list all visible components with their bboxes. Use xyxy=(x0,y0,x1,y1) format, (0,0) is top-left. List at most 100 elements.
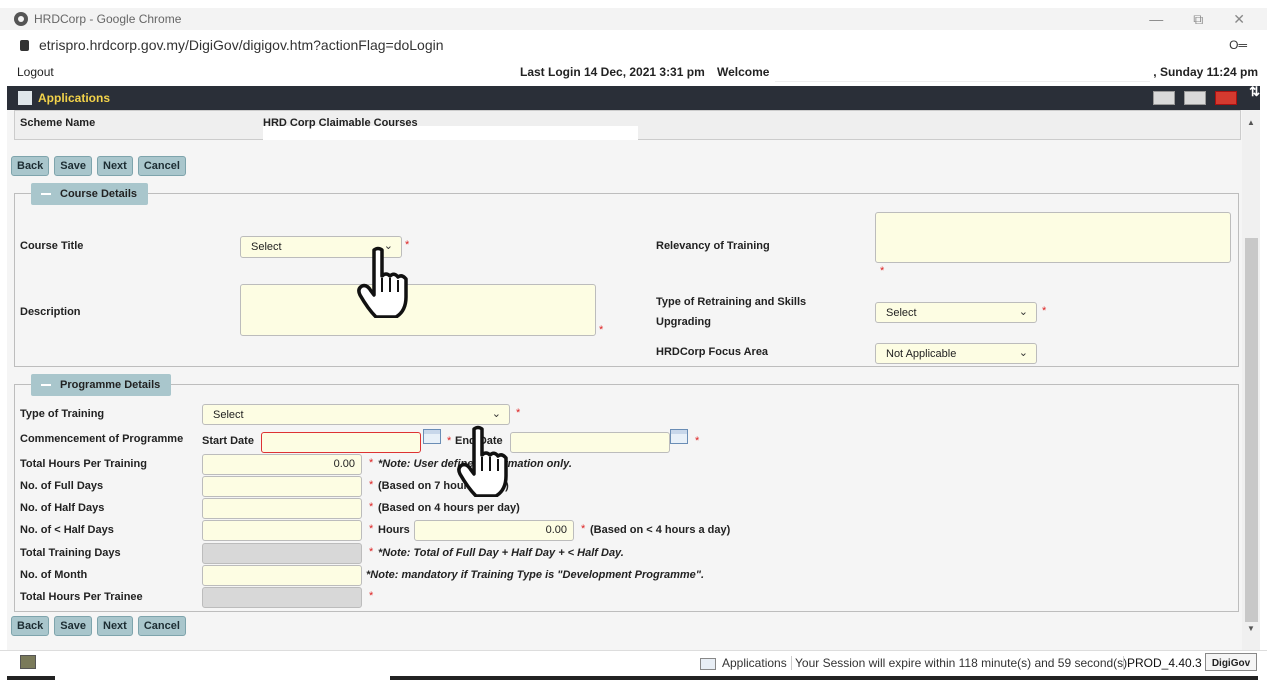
version-status: PROD_4.40.3 xyxy=(1123,656,1202,670)
applications-bar: Applications ⇅ xyxy=(7,84,1260,110)
logout-link[interactable]: Logout xyxy=(17,65,54,79)
months-input[interactable] xyxy=(202,565,362,586)
required-mark: * xyxy=(516,407,521,419)
course-details-title: Course Details xyxy=(60,188,138,200)
total-hours-input[interactable]: 0.00 xyxy=(202,454,362,475)
course-details-legend[interactable]: Course Details xyxy=(31,183,149,205)
retraining-value: Select xyxy=(886,306,917,319)
retraining-select[interactable]: Select ⌄ xyxy=(875,302,1037,323)
required-mark: * xyxy=(447,435,452,447)
applications-title: Applications xyxy=(38,91,111,105)
status-bar: Applications Your Session will expire wi… xyxy=(0,650,1267,674)
day-time-text: , Sunday 11:24 pm xyxy=(1153,65,1258,79)
start-date-label: Start Date xyxy=(202,435,254,447)
cancel-button[interactable]: Cancel xyxy=(137,156,186,176)
bottom-bar-left xyxy=(7,676,55,680)
commencement-label: Commencement of Programme xyxy=(20,433,184,445)
scroll-up-icon[interactable]: ▲ xyxy=(1247,118,1255,127)
hand-pointer-icon xyxy=(457,425,508,497)
sort-arrows-icon[interactable]: ⇅ xyxy=(1249,84,1260,100)
bottom-button-row: Back Save Next Cancel xyxy=(11,616,186,636)
description-textarea[interactable] xyxy=(240,284,596,336)
type-of-training-label: Type of Training xyxy=(20,408,105,420)
start-date-input[interactable] xyxy=(261,432,421,453)
digigov-logo: DigiGov xyxy=(1205,653,1257,671)
full-days-label: No. of Full Days xyxy=(20,480,104,492)
total-hours-label: Total Hours Per Training xyxy=(20,458,147,470)
total-days-label: Total Training Days xyxy=(20,547,121,559)
back-button[interactable]: Back xyxy=(11,156,50,176)
cancel-button[interactable]: Cancel xyxy=(137,616,186,636)
end-date-input[interactable] xyxy=(510,432,670,453)
scheme-label: Scheme Name xyxy=(20,117,96,129)
applications-status[interactable]: Applications xyxy=(722,656,787,670)
collapse-icon xyxy=(41,384,51,386)
required-mark: * xyxy=(880,265,885,277)
map-icon[interactable] xyxy=(20,655,36,669)
window-title: HRDCorp - Google Chrome xyxy=(34,12,182,26)
months-label: No. of Month xyxy=(20,569,88,581)
full-days-input[interactable] xyxy=(202,476,362,497)
applications-icon xyxy=(18,91,32,105)
chevron-down-icon: ⌄ xyxy=(491,408,501,420)
browser-title-bar: HRDCorp - Google Chrome — ⧉ ✕ xyxy=(0,8,1267,30)
total-days-note: *Note: Total of Full Day + Half Day + < … xyxy=(378,547,624,559)
scheme-row: Scheme Name HRD Corp Claimable Courses xyxy=(14,110,1241,140)
programme-details-legend[interactable]: Programme Details xyxy=(31,374,172,396)
type-of-training-value: Select xyxy=(213,408,244,421)
programme-details-title: Programme Details xyxy=(60,379,161,391)
required-mark: * xyxy=(695,435,700,447)
panel-maximize-button[interactable] xyxy=(1184,91,1206,105)
username-redacted xyxy=(775,60,1150,82)
minimize-button[interactable]: — xyxy=(1149,11,1163,28)
calendar-icon[interactable] xyxy=(670,429,688,444)
required-mark: * xyxy=(1042,305,1047,317)
next-button[interactable]: Next xyxy=(97,616,133,636)
focus-area-label: HRDCorp Focus Area xyxy=(656,346,769,358)
type-of-training-select[interactable]: Select ⌄ xyxy=(202,404,510,425)
retraining-label-line2: Upgrading xyxy=(656,316,711,328)
hours-note: (Based on < 4 hours a day) xyxy=(590,524,731,536)
half-days-input[interactable] xyxy=(202,498,362,519)
vertical-scrollbar[interactable]: ▲ ▼ xyxy=(1242,110,1260,650)
chrome-logo-icon xyxy=(14,12,28,26)
save-button[interactable]: Save xyxy=(54,616,92,636)
hand-pointer-icon xyxy=(357,246,408,318)
last-login-text: Last Login 14 Dec, 2021 3:31 pm xyxy=(520,65,705,79)
relevancy-label: Relevancy of Training xyxy=(656,240,770,252)
key-icon[interactable]: O═ xyxy=(1229,38,1247,52)
panel-close-button[interactable] xyxy=(1215,91,1237,105)
session-status: Your Session will expire within 118 minu… xyxy=(791,656,1131,670)
top-button-row: Back Save Next Cancel xyxy=(11,156,186,176)
total-days-input xyxy=(202,543,362,564)
restore-button[interactable]: ⧉ xyxy=(1193,11,1203,28)
collapse-icon xyxy=(41,193,51,195)
required-mark: * xyxy=(599,324,604,336)
description-label: Description xyxy=(20,306,81,318)
close-button[interactable]: ✕ xyxy=(1233,11,1245,28)
required-mark: * xyxy=(369,523,374,535)
panel-minimize-button[interactable] xyxy=(1153,91,1175,105)
half-days-label: No. of Half Days xyxy=(20,502,105,514)
bottom-strip xyxy=(0,674,1267,682)
save-button[interactable]: Save xyxy=(54,156,92,176)
top-info-bar: Logout Last Login 14 Dec, 2021 3:31 pm W… xyxy=(0,60,1267,82)
applications-tray-icon[interactable] xyxy=(700,658,716,670)
address-bar[interactable]: etrispro.hrdcorp.gov.my/DigiGov/digigov.… xyxy=(0,32,1267,58)
hours-label: Hours xyxy=(378,524,410,536)
chevron-down-icon: ⌄ xyxy=(1018,306,1028,318)
calendar-icon[interactable] xyxy=(423,429,441,444)
relevancy-textarea[interactable] xyxy=(875,212,1231,263)
half-days-note: (Based on 4 hours per day) xyxy=(378,502,520,514)
lt-half-days-label: No. of < Half Days xyxy=(20,524,114,536)
scroll-down-icon[interactable]: ▼ xyxy=(1247,624,1255,633)
focus-area-select[interactable]: Not Applicable ⌄ xyxy=(875,343,1037,364)
retraining-label-line1: Type of Retraining and Skills xyxy=(656,296,807,308)
lt-half-days-input[interactable] xyxy=(202,520,362,541)
next-button[interactable]: Next xyxy=(97,156,133,176)
months-note: *Note: mandatory if Training Type is "De… xyxy=(366,569,705,581)
hours-input[interactable]: 0.00 xyxy=(414,520,574,541)
back-button[interactable]: Back xyxy=(11,616,50,636)
url-text[interactable]: etrispro.hrdcorp.gov.my/DigiGov/digigov.… xyxy=(39,37,444,53)
scroll-thumb[interactable] xyxy=(1245,238,1258,622)
